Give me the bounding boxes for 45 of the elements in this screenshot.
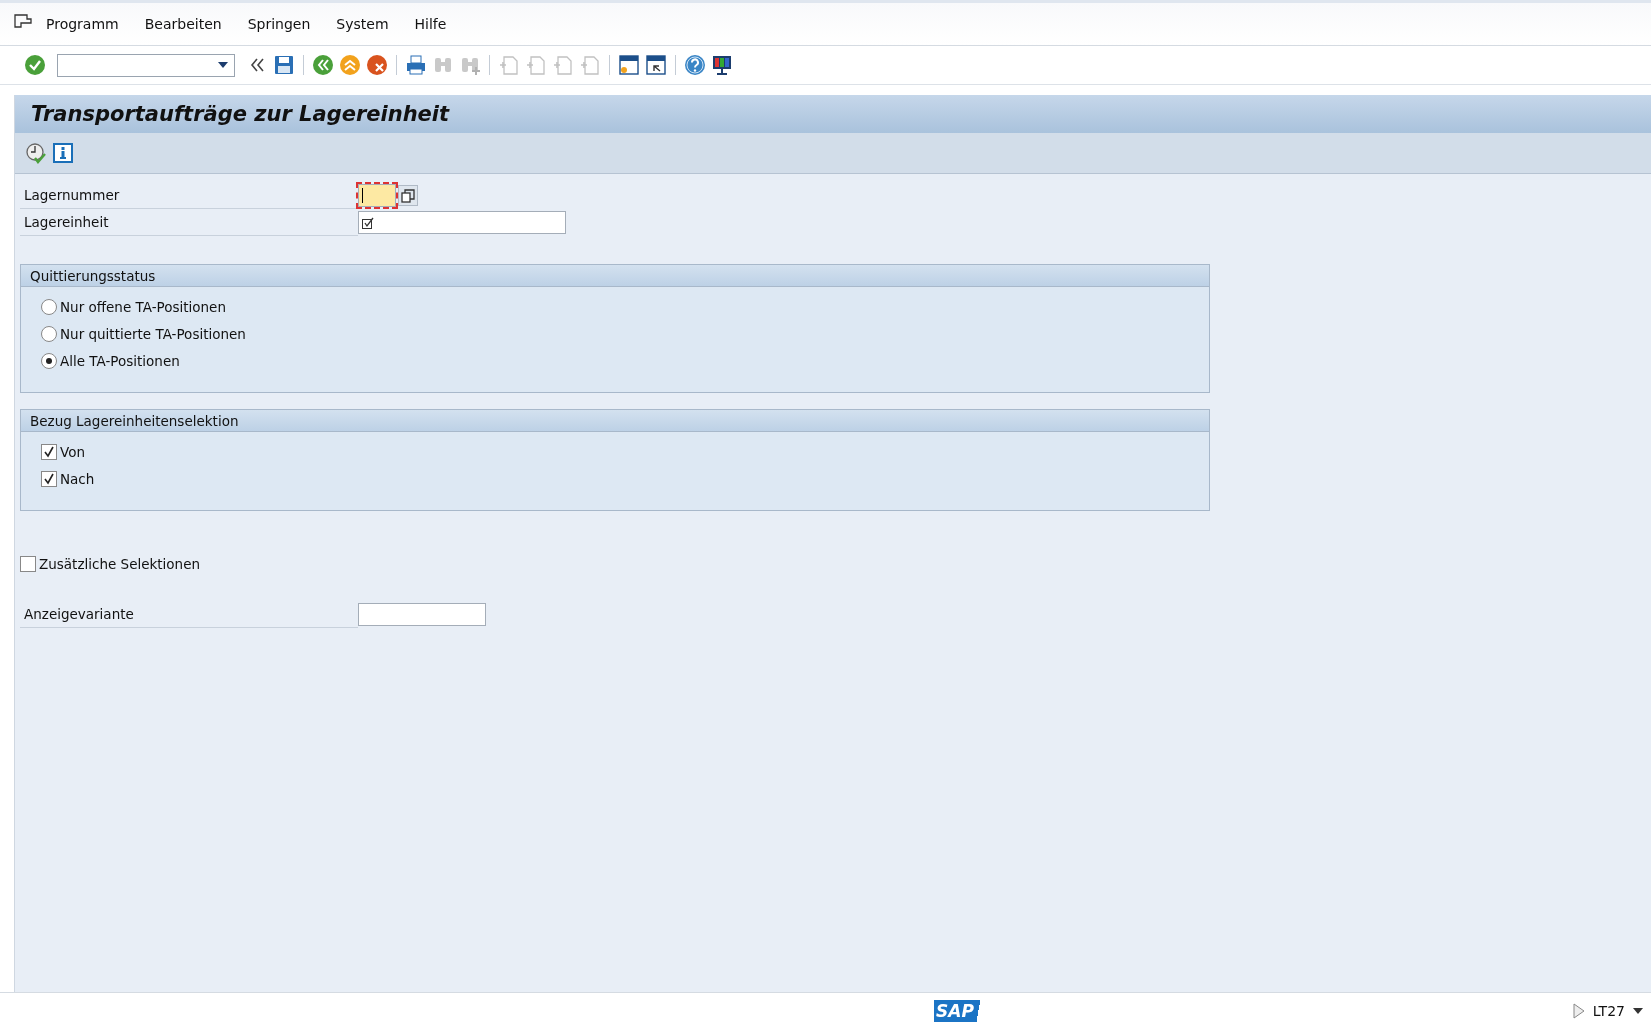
option-label: Von xyxy=(60,443,85,460)
group-title: Quittierungsstatus xyxy=(30,267,156,284)
multiple-selection-button[interactable] xyxy=(398,185,418,206)
save-icon[interactable] xyxy=(273,54,295,76)
menu-item[interactable]: Hilfe xyxy=(414,16,447,32)
checkbox[interactable] xyxy=(20,556,36,572)
print-icon[interactable] xyxy=(405,54,427,76)
help-icon[interactable] xyxy=(684,54,706,76)
check-icon[interactable] xyxy=(24,54,46,76)
input-field[interactable] xyxy=(358,603,486,626)
back-icon[interactable] xyxy=(312,54,334,76)
option-label: Alle TA-Positionen xyxy=(60,352,180,369)
menu-icon[interactable] xyxy=(14,14,32,28)
checkbox-label: Zusätzliche Selektionen xyxy=(39,556,201,572)
menu-item[interactable]: System xyxy=(336,16,389,32)
option-label: Nur quittierte TA-Positionen xyxy=(60,325,246,342)
triangle-icon[interactable] xyxy=(1572,1003,1585,1019)
command-field[interactable] xyxy=(57,53,235,77)
window-icon[interactable] xyxy=(645,54,667,76)
group-title: Bezug Lagereinheitenselektion xyxy=(30,412,239,429)
caret-icon xyxy=(218,62,228,68)
field-label: Lagereinheit xyxy=(20,209,358,236)
input-field[interactable] xyxy=(358,211,566,234)
info-icon[interactable] xyxy=(53,143,73,163)
menu-item[interactable]: Springen xyxy=(247,16,311,32)
checkbox[interactable] xyxy=(41,443,57,460)
up-arrows-icon[interactable] xyxy=(339,54,361,76)
option-label: Nur offene TA-Positionen xyxy=(60,298,226,315)
screen-title: Transportaufträge zur Lagereinheit xyxy=(31,102,450,126)
input-field[interactable] xyxy=(358,184,396,207)
option-label: Nach xyxy=(60,470,95,487)
radio-button[interactable] xyxy=(41,298,57,315)
monitor-icon[interactable] xyxy=(711,54,733,76)
required-icon xyxy=(362,216,374,229)
window-icon[interactable] xyxy=(618,54,640,76)
checkbox[interactable] xyxy=(41,470,57,487)
radio-button[interactable] xyxy=(41,352,57,369)
caret-icon[interactable] xyxy=(1633,1008,1643,1014)
transaction-code: LT27 xyxy=(1592,1003,1625,1019)
menu-item[interactable]: Bearbeiten xyxy=(144,16,222,32)
field-label: Anzeigevariante xyxy=(20,601,358,628)
cancel-icon[interactable] xyxy=(366,54,388,76)
menu-item[interactable]: Programm xyxy=(46,16,119,32)
clock-check-icon[interactable] xyxy=(25,142,47,164)
radio-button[interactable] xyxy=(41,325,57,342)
